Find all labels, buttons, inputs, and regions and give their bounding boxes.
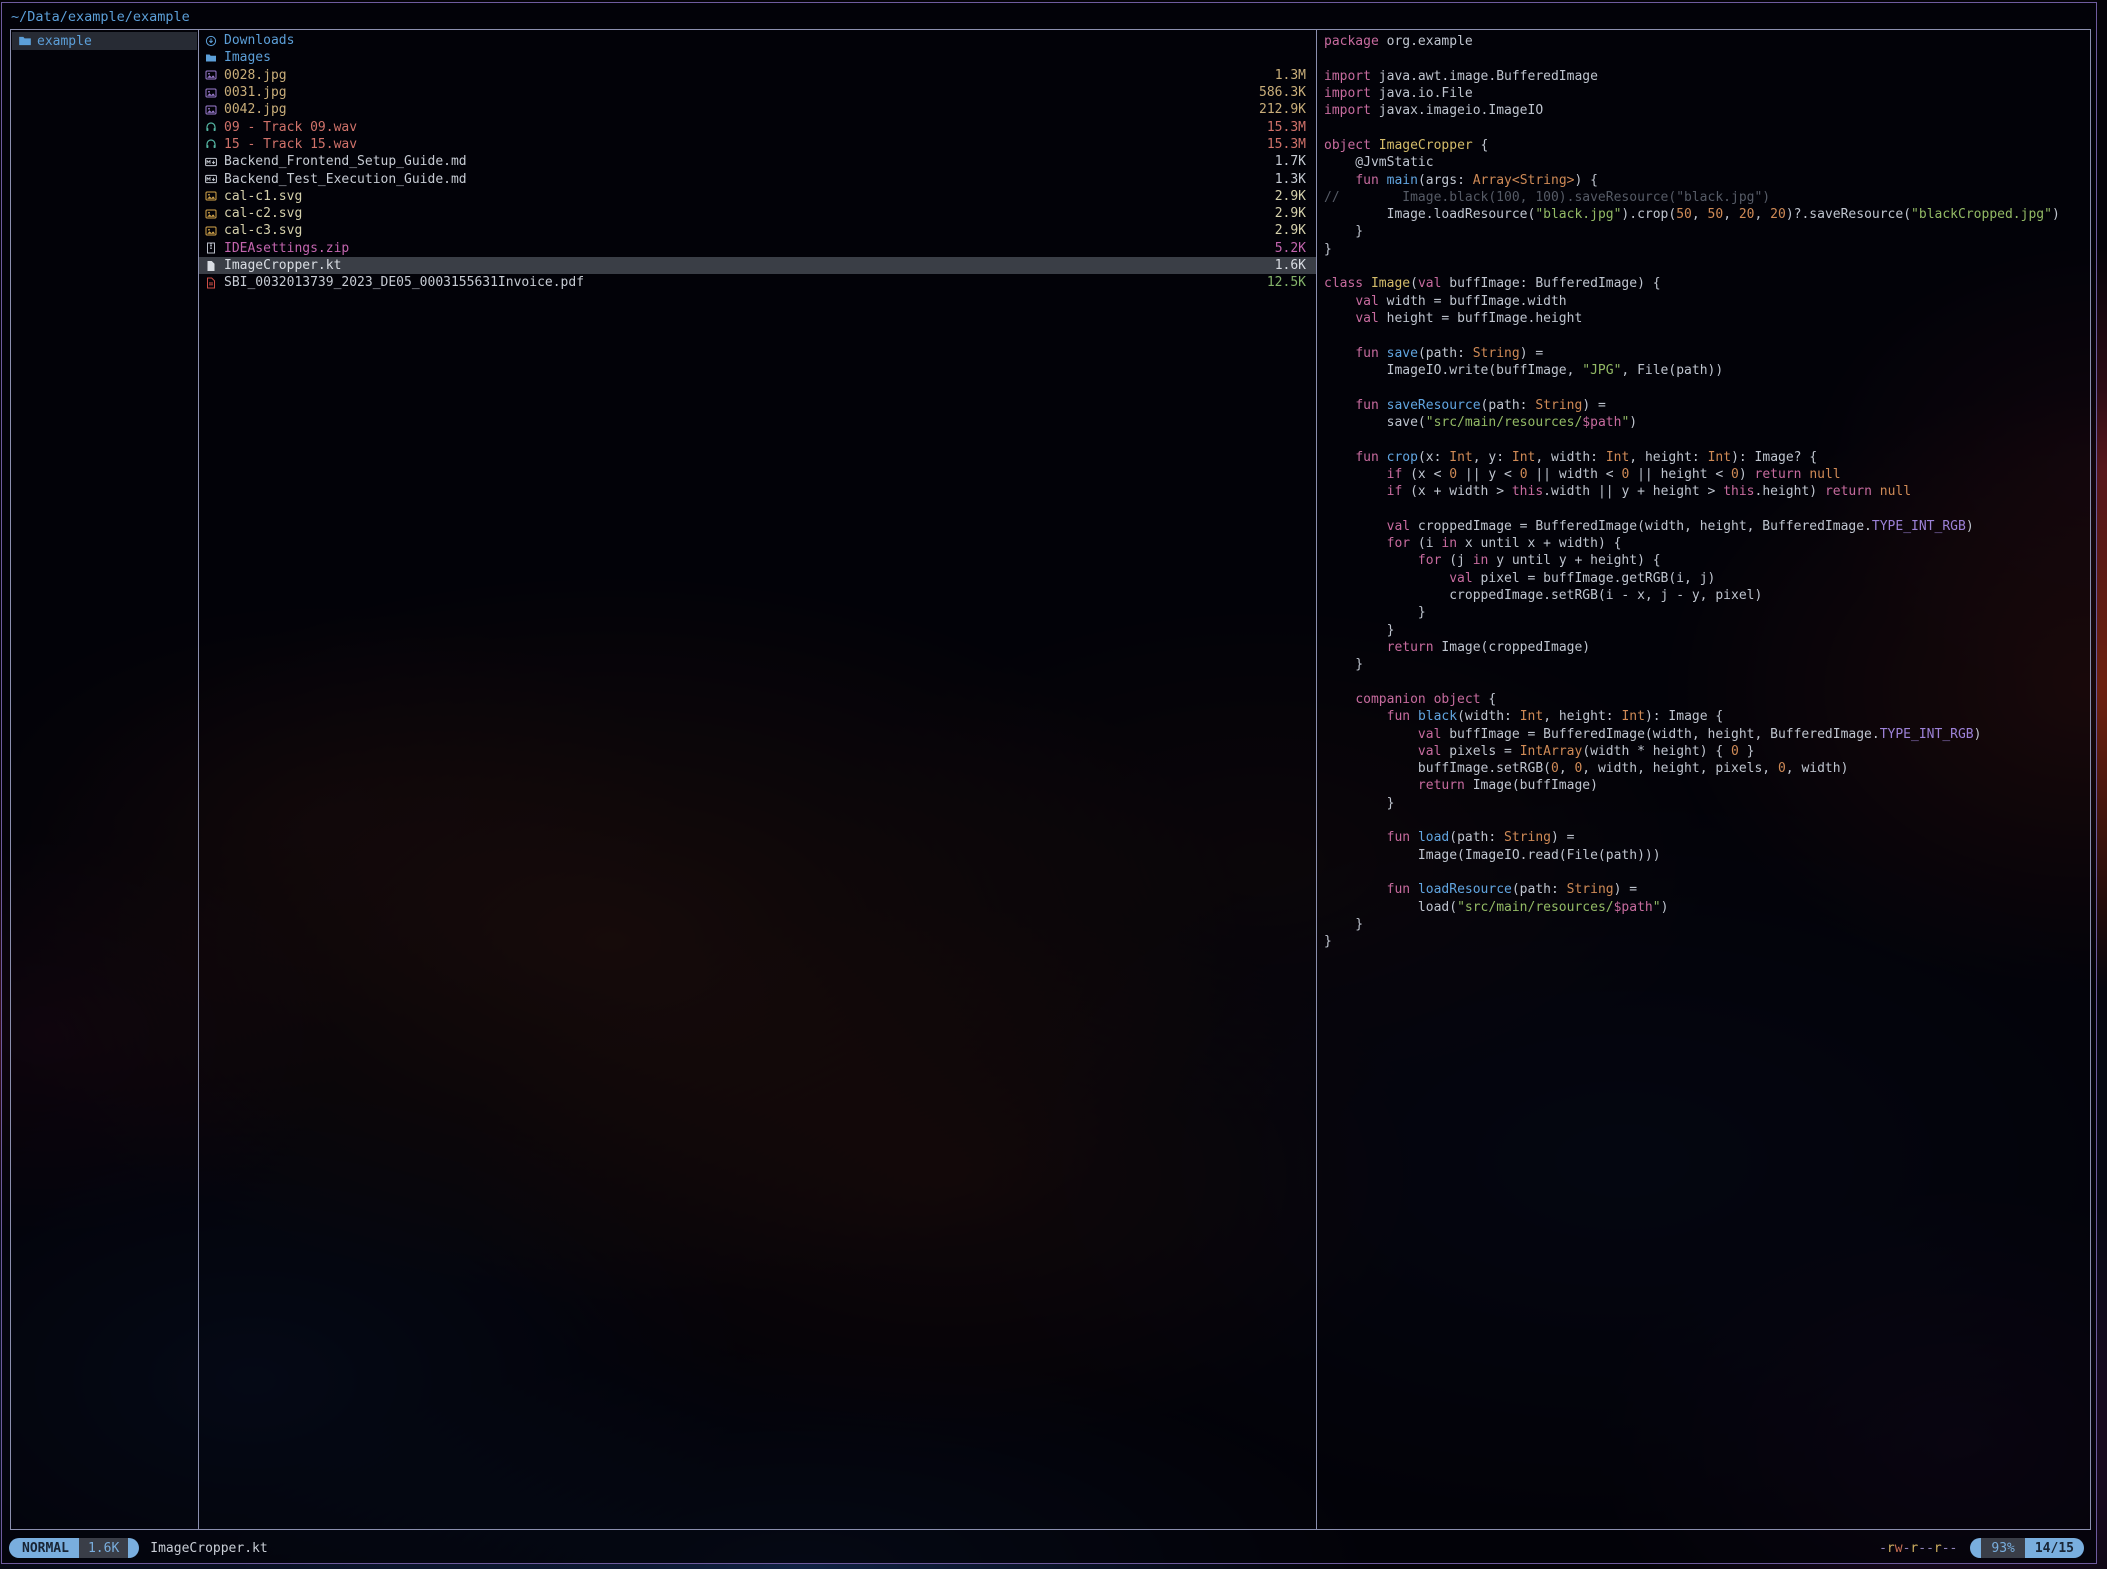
parent-pane: example: [12, 32, 197, 50]
file-name: 0028.jpg: [224, 68, 1275, 83]
file-size: 1.3M: [1275, 68, 1306, 83]
file-name: 15 - Track 15.wav: [224, 137, 1267, 152]
file-row[interactable]: Backend_Frontend_Setup_Guide.md 1.7K: [199, 153, 1316, 170]
file-row[interactable]: Backend_Test_Execution_Guide.md 1.3K: [199, 170, 1316, 187]
file-size: 15.3M: [1267, 120, 1306, 135]
file-row[interactable]: 09 - Track 09.wav 15.3M: [199, 118, 1316, 135]
file-row[interactable]: ImageCropper.kt 1.6K: [199, 257, 1316, 274]
yazi-manager: example Downloads Images 0028.jpg 1.3M 0…: [10, 29, 2091, 1530]
current-pane: Downloads Images 0028.jpg 1.3M 0031.jpg …: [199, 32, 1316, 291]
file-size: 2.9K: [1275, 206, 1306, 221]
image-icon: [205, 208, 219, 220]
file-name: cal-c2.svg: [224, 206, 1275, 221]
file-name: cal-c1.svg: [224, 189, 1275, 204]
file-name: SBI_0032013739_2023_DE05_0003155631Invoi…: [224, 275, 1267, 290]
markdown-icon: [205, 156, 219, 168]
file-row[interactable]: cal-c2.svg 2.9K: [199, 205, 1316, 222]
code-preview: package org.example import java.awt.imag…: [1317, 32, 2089, 951]
file-size: 586.3K: [1259, 85, 1306, 100]
desktop-wallpaper: ~/Data/example/example example Downloads…: [0, 0, 2107, 1569]
file-name: Downloads: [224, 33, 1306, 48]
file-icon: [205, 260, 219, 272]
file-size: 1.6K: [1275, 258, 1306, 273]
file-name: 09 - Track 09.wav: [224, 120, 1267, 135]
file-name: ImageCropper.kt: [224, 258, 1275, 273]
file-row[interactable]: 0042.jpg 212.9K: [199, 101, 1316, 118]
image-icon: [205, 69, 219, 81]
image-icon: [205, 104, 219, 116]
mode-badge: NORMAL: [9, 1538, 79, 1558]
breadcrumb-path: ~/Data/example/example: [11, 6, 190, 28]
image-icon: [205, 190, 219, 202]
audio-icon: [205, 121, 219, 133]
file-row[interactable]: SBI_0032013739_2023_DE05_0003155631Invoi…: [199, 274, 1316, 291]
folder-icon: [205, 52, 219, 64]
file-row[interactable]: IDEAsettings.zip 5.2K: [199, 240, 1316, 257]
file-size: 15.3M: [1267, 137, 1306, 152]
download-icon: [205, 35, 219, 47]
file-size: 5.2K: [1275, 241, 1306, 256]
file-row[interactable]: 15 - Track 15.wav 15.3M: [199, 136, 1316, 153]
status-left: NORMAL 1.6K ImageCropper.kt: [9, 1538, 268, 1558]
cursor-position: 14/15: [2025, 1538, 2084, 1558]
file-name: cal-c3.svg: [224, 223, 1275, 238]
file-row[interactable]: cal-c1.svg 2.9K: [199, 188, 1316, 205]
preview-pane: package org.example import java.awt.imag…: [1317, 32, 2089, 1528]
powerline-cap-icon: [1970, 1538, 1981, 1558]
file-name: Images: [224, 50, 1306, 65]
file-name: Backend_Frontend_Setup_Guide.md: [224, 154, 1275, 169]
file-name: IDEAsettings.zip: [224, 241, 1275, 256]
file-size: 2.9K: [1275, 223, 1306, 238]
file-name: 0042.jpg: [224, 102, 1259, 117]
parent-dir-label: example: [37, 34, 92, 49]
file-size: 1.7K: [1275, 154, 1306, 169]
audio-icon: [205, 138, 219, 150]
file-name: Backend_Test_Execution_Guide.md: [224, 172, 1275, 187]
status-bar: NORMAL 1.6K ImageCropper.kt -rw-r--r-- 9…: [9, 1537, 2084, 1559]
file-row[interactable]: 0028.jpg 1.3M: [199, 67, 1316, 84]
parent-dir-item[interactable]: example: [12, 32, 197, 50]
folder-icon: [18, 34, 32, 48]
powerline-cap-icon: [128, 1538, 139, 1558]
pdf-icon: [205, 277, 219, 289]
image-icon: [205, 87, 219, 99]
file-size: 212.9K: [1259, 102, 1306, 117]
file-row[interactable]: Downloads: [199, 32, 1316, 49]
file-name: 0031.jpg: [224, 85, 1259, 100]
markdown-icon: [205, 173, 219, 185]
status-file-size: 1.6K: [79, 1538, 128, 1558]
zip-icon: [205, 242, 219, 254]
file-permissions: -rw-r--r--: [1879, 1541, 1957, 1556]
file-row[interactable]: cal-c3.svg 2.9K: [199, 222, 1316, 239]
file-size: 1.3K: [1275, 172, 1306, 187]
scroll-percent: 93%: [1981, 1538, 2024, 1558]
status-file-name: ImageCropper.kt: [150, 1541, 267, 1556]
terminal-window: ~/Data/example/example example Downloads…: [1, 2, 2097, 1564]
status-right: -rw-r--r-- 93% 14/15: [1879, 1538, 2084, 1558]
file-size: 12.5K: [1267, 275, 1306, 290]
file-row[interactable]: Images: [199, 49, 1316, 66]
image-icon: [205, 225, 219, 237]
file-size: 2.9K: [1275, 189, 1306, 204]
file-row[interactable]: 0031.jpg 586.3K: [199, 84, 1316, 101]
